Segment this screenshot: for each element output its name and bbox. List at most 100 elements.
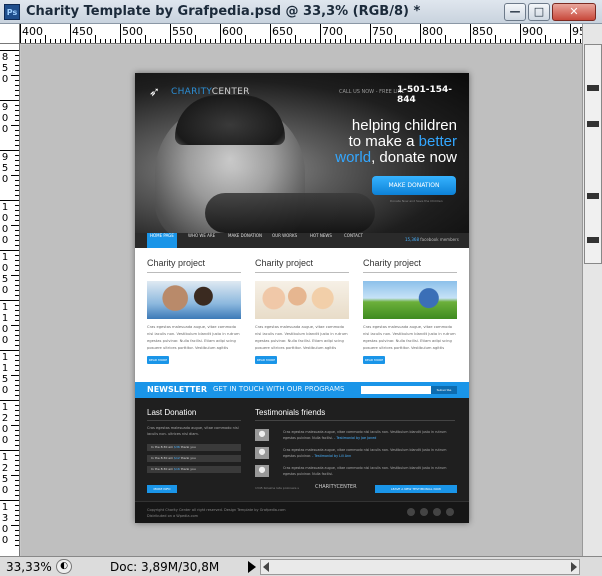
panel-handle-icon[interactable] bbox=[587, 193, 599, 199]
ruler-minor-tick bbox=[495, 35, 496, 43]
status-menu-arrow-icon[interactable] bbox=[248, 561, 256, 573]
vertical-ruler[interactable]: 850 900 950 1000 1050 1100 1150 1200 1250 1300 bbox=[0, 44, 20, 556]
avatar bbox=[255, 465, 269, 477]
ruler-tick bbox=[320, 24, 321, 43]
photoshop-app-icon: Ps bbox=[4, 4, 20, 20]
ruler-minor-tick bbox=[15, 205, 19, 206]
panel-handle-icon[interactable] bbox=[587, 85, 599, 91]
ruler-origin[interactable] bbox=[0, 24, 20, 44]
ruler-minor-tick bbox=[235, 39, 236, 43]
donation-thanks: thank you bbox=[179, 467, 196, 471]
ruler-minor-tick bbox=[15, 240, 19, 241]
ruler-minor-tick bbox=[550, 39, 551, 43]
ruler-minor-tick bbox=[390, 39, 391, 43]
ruler-minor-tick bbox=[15, 430, 19, 431]
ruler-minor-tick bbox=[345, 35, 346, 43]
ruler-minor-tick bbox=[325, 39, 326, 43]
ruler-minor-tick bbox=[15, 485, 19, 486]
nav-contact: CONTACT bbox=[344, 233, 363, 238]
ruler-label: 1000 bbox=[1, 202, 9, 246]
ruler-minor-tick bbox=[435, 39, 436, 43]
status-info-icon[interactable]: ◐ bbox=[56, 559, 72, 574]
ruler-minor-tick bbox=[15, 470, 19, 471]
ruler-minor-tick bbox=[530, 39, 531, 43]
ruler-minor-tick bbox=[95, 35, 96, 43]
donation-time: In the 8:30 am bbox=[151, 467, 175, 471]
ruler-tick bbox=[20, 24, 21, 43]
maximize-button[interactable]: □ bbox=[528, 3, 550, 21]
scroll-right-icon[interactable] bbox=[571, 562, 577, 572]
testimonial-item: Cras egestas malesuada augue, vitae comm… bbox=[255, 429, 455, 443]
title-bar[interactable]: Ps Charity Template by Grafpedia.psd @ 3… bbox=[0, 0, 602, 24]
ruler-minor-tick bbox=[40, 39, 41, 43]
twitter-icon bbox=[433, 508, 441, 516]
ruler-tick bbox=[0, 50, 19, 51]
ruler-minor-tick bbox=[15, 260, 19, 261]
ruler-label: 950 bbox=[1, 152, 9, 185]
ruler-minor-tick bbox=[145, 35, 146, 43]
ruler-minor-tick bbox=[15, 320, 19, 321]
logo-secondary: CENTER bbox=[211, 87, 250, 97]
newsletter-title: NEWSLETTER bbox=[147, 385, 208, 394]
panel-handle-icon[interactable] bbox=[587, 121, 599, 127]
ruler-minor-tick bbox=[535, 39, 536, 43]
headline-3-text: , donate now bbox=[371, 149, 457, 166]
ruler-minor-tick bbox=[575, 39, 576, 43]
ruler-minor-tick bbox=[15, 215, 19, 216]
ruler-minor-tick bbox=[15, 420, 19, 421]
horizontal-ruler[interactable]: 4004505005506006507007508008509009501000… bbox=[20, 24, 582, 44]
window-title: Charity Template by Grafpedia.psd @ 33,3… bbox=[26, 4, 421, 19]
divider bbox=[147, 420, 241, 421]
ruler-tick bbox=[420, 24, 421, 43]
ruler-minor-tick bbox=[15, 255, 19, 256]
ruler-minor-tick bbox=[410, 39, 411, 43]
site-logo: CHARITYCENTER bbox=[171, 87, 250, 97]
ruler-minor-tick bbox=[15, 220, 19, 221]
leave-testimonial-button: LEAVE A NEW TESTIMONIAL NOW bbox=[375, 485, 457, 493]
ruler-minor-tick bbox=[285, 39, 286, 43]
ruler-minor-tick bbox=[55, 39, 56, 43]
dove-icon: ➶ bbox=[149, 85, 160, 100]
ruler-minor-tick bbox=[11, 325, 19, 326]
ruler-minor-tick bbox=[365, 39, 366, 43]
ruler-minor-tick bbox=[15, 285, 19, 286]
ruler-minor-tick bbox=[15, 445, 19, 446]
footer-logo-secondary: CENTER bbox=[336, 484, 357, 490]
project-text: Cras egestas malesuada augue, vitae comm… bbox=[363, 325, 456, 350]
ruler-minor-tick bbox=[340, 39, 341, 43]
ruler-minor-tick bbox=[15, 90, 19, 91]
ruler-minor-tick bbox=[15, 135, 19, 136]
panel-handle-icon[interactable] bbox=[587, 237, 599, 243]
ruler-minor-tick bbox=[15, 495, 19, 496]
ruler-minor-tick bbox=[35, 39, 36, 43]
ruler-minor-tick bbox=[15, 510, 19, 511]
canvas-area[interactable]: ➶ CHARITYCENTER CALL US NOW - FREE LINE … bbox=[21, 45, 582, 556]
ruler-minor-tick bbox=[400, 39, 401, 43]
ruler-label: 850 bbox=[1, 52, 9, 85]
zoom-level[interactable]: 33,33% bbox=[6, 560, 52, 574]
ruler-minor-tick bbox=[240, 39, 241, 43]
donation-row: In the 8:30 am $12 thank you bbox=[147, 455, 241, 462]
project-title: Charity project bbox=[255, 258, 349, 273]
ruler-minor-tick bbox=[100, 39, 101, 43]
horizontal-scrollbar[interactable] bbox=[260, 559, 580, 575]
ruler-minor-tick bbox=[80, 39, 81, 43]
project-card-2: Charity project Cras egestas malesuada a… bbox=[255, 258, 349, 364]
ruler-minor-tick bbox=[15, 460, 19, 461]
minimize-button[interactable]: — bbox=[504, 3, 526, 21]
side-panel-strip[interactable] bbox=[584, 44, 602, 264]
hero-photo: ➶ CHARITYCENTER CALL US NOW - FREE LINE … bbox=[135, 73, 469, 243]
close-button[interactable]: ✕ bbox=[552, 3, 596, 21]
ruler-minor-tick bbox=[15, 105, 19, 106]
ruler-label: 1050 bbox=[1, 252, 9, 296]
subscribe-button: Subscribe bbox=[431, 386, 457, 394]
testimonial-text: Cras egestas malesuada augue, vitae comm… bbox=[283, 465, 455, 477]
ruler-minor-tick bbox=[75, 39, 76, 43]
scroll-left-icon[interactable] bbox=[263, 562, 269, 572]
project-title: Charity project bbox=[363, 258, 457, 273]
testimonial-body: Cras egestas malesuada augue, vitae comm… bbox=[283, 466, 447, 476]
ruler-label: 800 bbox=[422, 25, 443, 38]
ruler-minor-tick bbox=[395, 35, 396, 43]
headline-3-highlight: world bbox=[335, 149, 372, 166]
ruler-minor-tick bbox=[85, 39, 86, 43]
